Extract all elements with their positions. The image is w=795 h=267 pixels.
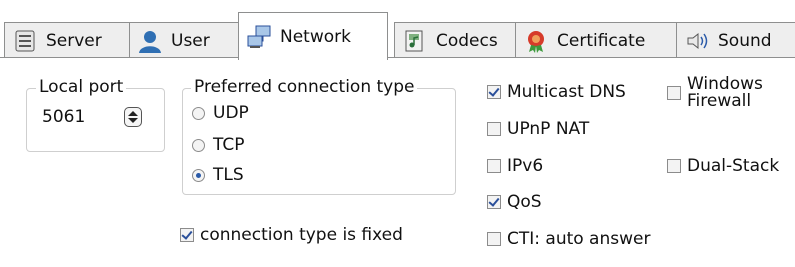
cti-auto-answer-checkbox[interactable]: CTI: auto answer [487,229,650,249]
tab-label: Codecs [436,30,498,51]
network-panel: Local port 5061 Preferred connection typ… [0,57,795,267]
tab-sound[interactable]: Sound [676,22,795,58]
radio-indicator[interactable] [192,106,205,120]
sound-icon [687,32,708,49]
tab-label: Certificate [557,30,646,51]
network-icon [247,25,271,48]
radio-indicator[interactable] [192,168,205,182]
radio-label: TLS [213,165,244,185]
connection-type-legend: Preferred connection type [191,77,418,97]
upnp-nat-checkbox[interactable]: UPnP NAT [487,119,589,139]
label-line-2: Firewall [687,91,752,111]
qos-checkbox[interactable]: QoS [487,192,542,212]
connection-type-fixed-checkbox[interactable]: connection type is fixed [180,225,403,245]
top-cropped-strip [0,0,795,10]
tab-server[interactable]: Server [4,22,130,58]
radio-tls[interactable]: TLS [192,165,244,185]
local-port-value[interactable]: 5061 [42,107,112,127]
tab-user[interactable]: User [129,22,239,58]
checkbox-indicator[interactable] [180,228,194,242]
tab-bar: Server User Network Codecs Certificate S… [0,12,795,60]
multicast-dns-checkbox[interactable]: Multicast DNS [487,82,626,102]
certificate-icon [528,30,544,53]
server-icon [15,30,35,51]
tab-codecs[interactable]: Codecs [394,22,516,58]
tab-label: Sound [718,30,772,51]
checkbox-label: QoS [507,192,542,212]
checkbox-label: connection type is fixed [200,225,403,245]
checkbox-label: Windows Firewall [687,76,763,110]
checkbox-indicator[interactable] [487,232,501,246]
checkbox-label: IPv6 [507,156,544,176]
tab-label: User [171,30,210,51]
local-port-legend: Local port [36,77,127,97]
checkbox-label: UPnP NAT [507,119,590,139]
dual-stack-checkbox[interactable]: Dual-Stack [667,156,779,176]
checkbox-label: CTI: auto answer [507,229,651,249]
user-icon [139,30,161,53]
ipv6-checkbox[interactable]: IPv6 [487,156,543,176]
windows-firewall-checkbox[interactable]: Windows Firewall [667,76,763,110]
checkbox-indicator[interactable] [487,195,501,209]
checkbox-indicator[interactable] [487,122,501,136]
radio-label: UDP [213,103,249,123]
radio-tcp[interactable]: TCP [192,135,245,155]
codecs-icon [405,30,423,51]
checkbox-indicator[interactable] [487,159,501,173]
spin-buttons[interactable] [124,107,142,127]
tab-network[interactable]: Network [238,12,388,60]
tab-label: Network [280,26,351,47]
radio-label: TCP [213,135,245,155]
checkbox-indicator[interactable] [487,85,501,99]
checkbox-indicator[interactable] [667,86,681,100]
tab-label: Server [46,30,102,51]
decrement-icon[interactable] [128,118,138,123]
checkbox-label: Dual-Stack [687,156,780,176]
tab-certificate[interactable]: Certificate [515,22,677,58]
local-port-stepper[interactable]: 5061 [42,103,145,131]
checkbox-indicator[interactable] [667,159,681,173]
radio-indicator[interactable] [192,138,205,152]
increment-icon[interactable] [128,111,138,116]
checkbox-label: Multicast DNS [507,82,626,102]
radio-udp[interactable]: UDP [192,103,249,123]
